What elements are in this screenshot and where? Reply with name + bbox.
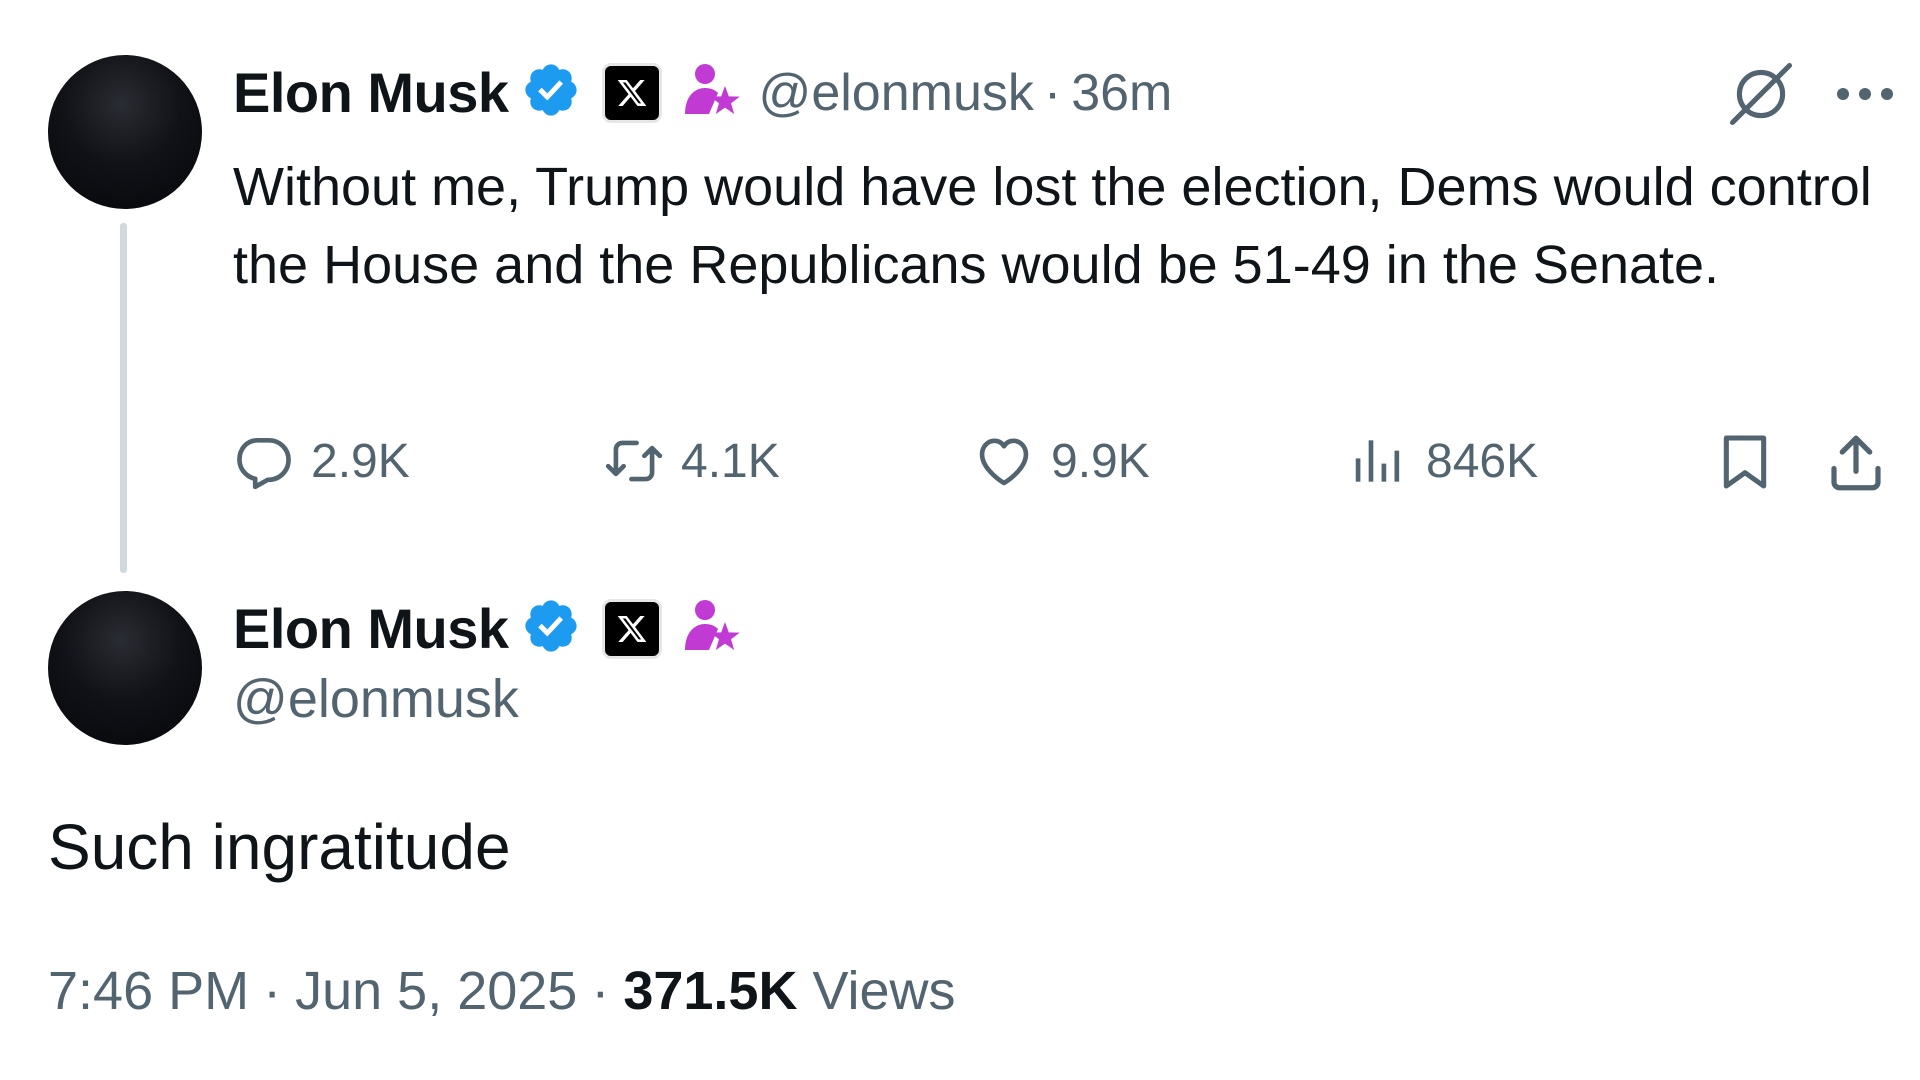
like-count: 9.9K [1051, 434, 1150, 488]
author-handle[interactable]: @elonmusk [233, 668, 519, 730]
view-count: 846K [1426, 434, 1539, 488]
views-button[interactable]: 846K [1348, 430, 1538, 492]
tweet-header: Elon Musk [233, 596, 741, 661]
tweet-text: Such ingratitude [48, 811, 511, 883]
tweet-thread: Elon Musk @elonmusk · 36m Without me, Tr… [0, 0, 1920, 1080]
person-star-icon[interactable] [681, 598, 741, 659]
grok-icon[interactable] [1725, 58, 1797, 135]
reply-icon [237, 438, 291, 490]
repost-count: 4.1K [681, 434, 780, 488]
tweet-metadata: 7:46 PM · Jun 5, 2025 · 371.5K Views [48, 960, 956, 1022]
like-button[interactable]: 9.9K [973, 430, 1150, 492]
verified-badge-icon[interactable] [521, 596, 581, 661]
separator: · [1043, 63, 1062, 122]
more-icon[interactable] [1835, 84, 1895, 109]
repost-icon [605, 440, 663, 482]
reply-button[interactable]: 2.9K [233, 430, 410, 492]
avatar[interactable] [48, 55, 202, 209]
thread-connector-line [120, 223, 127, 573]
person-star-icon[interactable] [681, 62, 741, 123]
tweet-timestamp[interactable]: 36m [1071, 64, 1172, 122]
tweet-header: Elon Musk @elonmusk · 36m [233, 60, 1172, 125]
x-logo-icon[interactable] [604, 601, 659, 656]
reply-count: 2.9K [311, 434, 410, 488]
avatar[interactable] [48, 591, 202, 745]
x-logo-icon[interactable] [604, 65, 659, 120]
share-button[interactable] [1823, 430, 1905, 496]
tweet-action-bar: 2.9K 4.1K 9.9K 846K [233, 430, 1903, 500]
share-icon [1831, 435, 1881, 491]
tweet-top-actions [1725, 58, 1895, 135]
heart-icon [979, 438, 1029, 486]
tweet-time[interactable]: 7:46 PM [48, 961, 249, 1021]
repost-button[interactable]: 4.1K [603, 430, 780, 492]
views-label: Views [812, 961, 956, 1021]
verified-badge-icon[interactable] [521, 60, 581, 125]
views-icon [1355, 440, 1400, 482]
author-name[interactable]: Elon Musk [233, 60, 509, 125]
author-name[interactable]: Elon Musk [233, 596, 509, 661]
tweet-text: Without me, Trump would have lost the el… [233, 157, 1872, 295]
separator: · [263, 961, 282, 1021]
bookmark-icon [1723, 435, 1767, 489]
author-handle[interactable]: @elonmusk [759, 64, 1034, 122]
separator: · [591, 961, 610, 1021]
bookmark-button[interactable] [1713, 430, 1793, 494]
tweet-date[interactable]: Jun 5, 2025 [295, 961, 577, 1021]
views-count: 371.5K [623, 961, 798, 1021]
handle-and-time: @elonmusk · 36m [759, 63, 1173, 123]
